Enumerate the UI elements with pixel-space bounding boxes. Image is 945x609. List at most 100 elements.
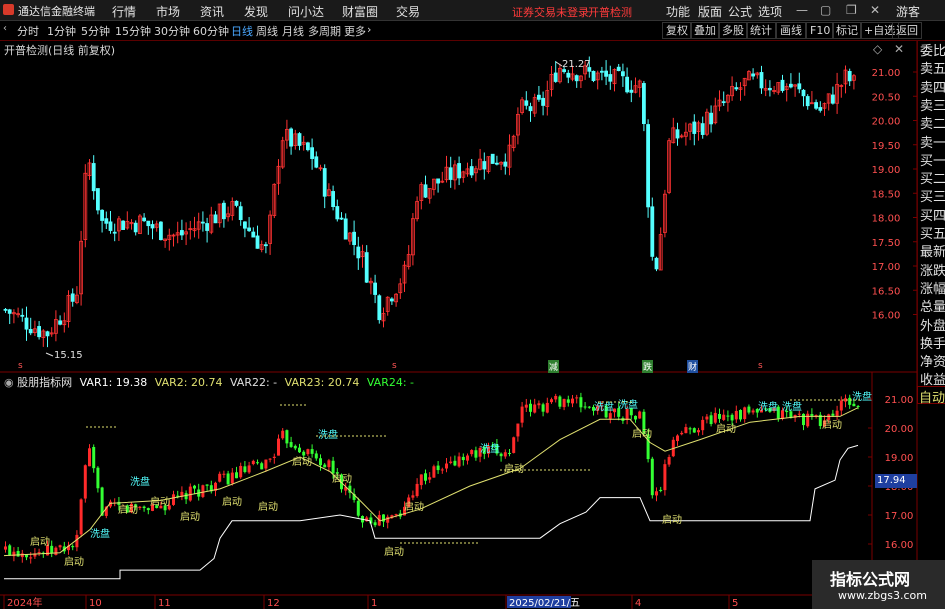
quote-field-3[interactable]: 卖三	[920, 99, 945, 115]
ind-candle-body	[638, 411, 642, 419]
event-marker-s[interactable]: s	[392, 361, 397, 371]
close-pane-icon[interactable]: ✕	[894, 42, 904, 56]
ind-candle-body	[54, 547, 58, 555]
quote-field-7[interactable]: 买二	[920, 172, 945, 188]
quote-field-9[interactable]: 买四	[920, 209, 945, 225]
signal-tag: 启动	[30, 535, 50, 548]
chart-canvas[interactable]: 启动启动洗盘启动洗盘启动启动启动 启动启动洗盘启动启动启动洗盘启动洗盘 洗盘启动启动…	[0, 0, 945, 609]
event-marker-finance[interactable]: 财	[687, 360, 699, 373]
candle-body	[642, 83, 646, 124]
quote-field-0[interactable]: 委比	[920, 44, 945, 60]
ind-candle-body	[537, 403, 541, 406]
ind-candle-body	[302, 451, 306, 456]
ind-candle-body	[88, 448, 91, 467]
ind-candle-body	[264, 459, 268, 469]
quote-field-5[interactable]: 卖一	[920, 136, 945, 152]
event-marker-reduce[interactable]: 减	[548, 360, 560, 373]
candle-body	[45, 331, 50, 337]
y-tick-label: 16.50	[872, 286, 901, 297]
ind-candle-body	[499, 453, 503, 457]
ind-candle-body	[734, 410, 738, 420]
quote-field-1[interactable]: 卖五	[920, 62, 945, 78]
candle-body	[221, 202, 226, 220]
ind-candle-body	[692, 428, 696, 433]
main-candlesticks	[3, 56, 856, 357]
candle-body	[768, 87, 772, 91]
signal-tag: 启动	[504, 462, 524, 475]
y-tick-label: 20.50	[872, 92, 901, 103]
settings-diamond-icon[interactable]: ◇	[873, 42, 882, 56]
quote-field-17[interactable]: 净资	[920, 355, 945, 371]
quote-field-4[interactable]: 卖二	[920, 117, 945, 133]
quote-field-14[interactable]: 总量	[920, 300, 945, 316]
ind-candle-body	[373, 522, 377, 526]
ind-candle-body	[743, 407, 747, 420]
quote-field-16[interactable]: 换手	[920, 337, 945, 353]
ind-candle-body	[562, 398, 566, 408]
ind-candle-body	[701, 419, 705, 431]
ind-candle-body	[239, 465, 243, 478]
ind-candle-body	[697, 430, 700, 433]
ind-candle-body	[550, 399, 553, 403]
time-label: 2024年	[7, 596, 42, 609]
candle-body	[709, 112, 713, 125]
var23-value: VAR23: 20.74	[284, 376, 360, 389]
watermark-title: 指标公式网	[830, 570, 911, 589]
quote-field-8[interactable]: 买三	[920, 190, 945, 206]
ind-candle-body	[4, 546, 7, 550]
ind-candle-body	[839, 400, 843, 411]
candle-body	[625, 76, 629, 93]
candle-body	[604, 70, 608, 77]
quote-field-12[interactable]: 涨跌	[920, 264, 945, 280]
ind-candle-body	[579, 397, 583, 408]
signal-tag: 启动	[404, 500, 424, 513]
candle-body	[251, 231, 256, 238]
auto-button[interactable]: 自动	[917, 386, 945, 406]
time-label: 11	[158, 598, 171, 609]
time-label: 1	[371, 598, 377, 609]
event-marker-drop[interactable]: 跌	[642, 360, 654, 373]
quote-field-2[interactable]: 卖四	[920, 81, 945, 97]
candle-body	[818, 107, 823, 111]
ind-candle-body	[415, 483, 419, 497]
ind-candle-body	[747, 406, 751, 413]
candle-body	[70, 293, 75, 302]
candle-body	[158, 221, 163, 241]
candle-body	[100, 209, 104, 221]
candle-body	[310, 147, 315, 159]
ind-candle-body	[201, 485, 205, 497]
candle-body	[646, 124, 650, 208]
quote-field-11[interactable]: 最新	[920, 245, 945, 261]
event-marker-s[interactable]: s	[18, 361, 23, 371]
quote-field-10[interactable]: 买五	[920, 227, 945, 243]
candle-body	[3, 308, 8, 311]
ind-candle-body	[310, 449, 314, 454]
current-value-badge: 17.94	[875, 474, 917, 488]
ind-candle-body	[58, 545, 62, 548]
quote-field-6[interactable]: 买一	[920, 154, 945, 170]
time-label: 10	[89, 598, 102, 609]
candle-body	[650, 206, 655, 257]
candle-body	[537, 94, 541, 100]
candle-body	[200, 221, 205, 224]
ind-candle-body	[575, 397, 579, 399]
indicator-dot-icon: ◉	[4, 376, 14, 389]
candle-body	[801, 89, 806, 97]
candle-body	[96, 188, 100, 211]
ind-candle-body	[835, 410, 839, 417]
ind-candle-body	[256, 462, 259, 464]
event-marker-s[interactable]: s	[758, 361, 763, 371]
candle-body	[322, 168, 327, 197]
ind-candle-body	[848, 397, 852, 405]
ind-candle-body	[281, 430, 285, 439]
ind-candle-body	[461, 456, 465, 461]
ind-candle-body	[8, 545, 12, 556]
signal-tag: 启动	[716, 422, 736, 435]
ind-candle-body	[29, 557, 33, 559]
ind-y-tick-label: 19.00	[885, 453, 914, 464]
quote-field-13[interactable]: 涨幅	[920, 282, 945, 298]
ind-candle-body	[92, 446, 96, 469]
ind-candle-body	[184, 493, 188, 500]
quote-field-15[interactable]: 外盘	[920, 319, 945, 335]
signal-tag: 启动	[662, 513, 682, 526]
